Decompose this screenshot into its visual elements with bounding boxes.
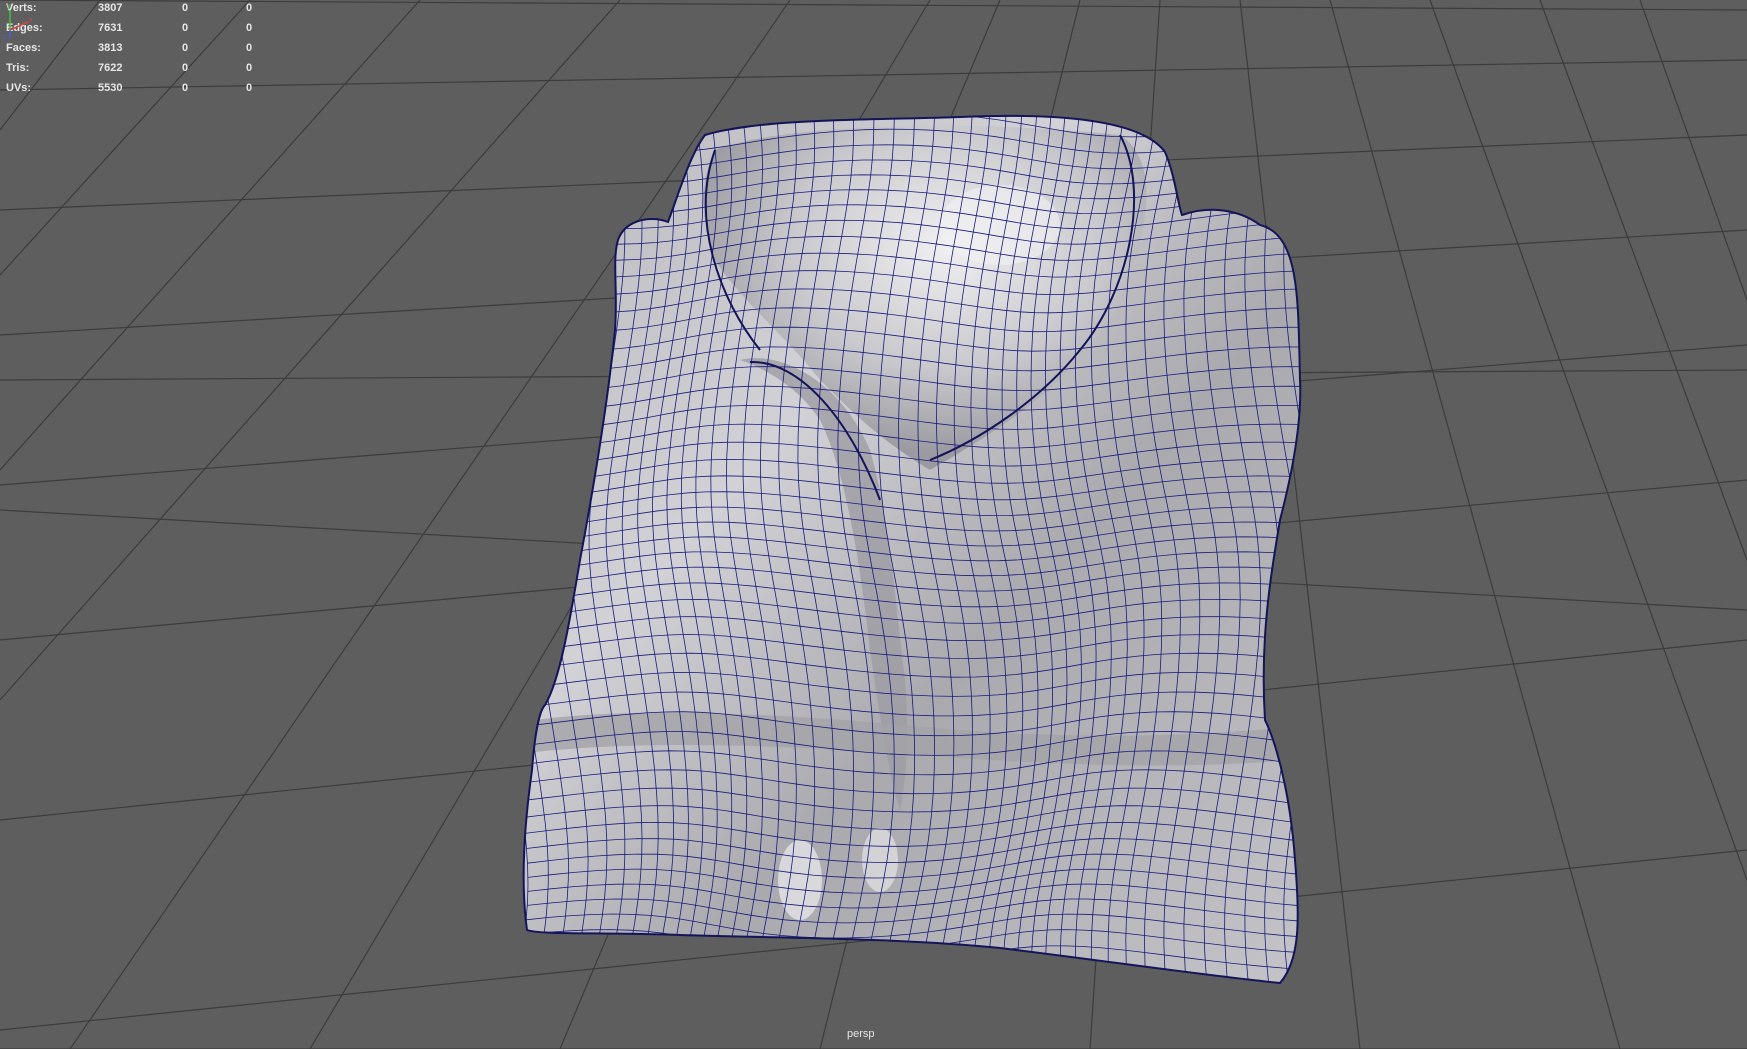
hud-selected: 0	[182, 2, 189, 14]
axis-x-label: x	[29, 17, 33, 24]
wire-line	[523, 979, 1301, 984]
hud-selected: 0	[182, 42, 189, 54]
axis-z-label: z	[3, 34, 7, 40]
hud-label: UVs:	[6, 82, 32, 94]
hud-total: 7631	[98, 22, 123, 34]
hud-total: 3807	[98, 2, 123, 14]
axis-y-label: y	[7, 3, 11, 10]
hud-total: 7622	[98, 62, 123, 74]
hud-extra: 0	[246, 22, 253, 34]
shirt-mesh[interactable]	[492, 96, 1338, 1004]
hud-extra: 0	[246, 42, 253, 54]
viewport-canvas[interactable]	[0, 0, 1747, 1049]
hud-label: Faces:	[6, 42, 41, 54]
hud-extra: 0	[246, 62, 253, 74]
hud-extra: 0	[246, 82, 253, 94]
hud-total: 5530	[98, 82, 123, 94]
hud-selected: 0	[182, 82, 189, 94]
camera-name-label: persp	[847, 1028, 875, 1040]
hud-selected: 0	[182, 62, 189, 74]
hud-total: 3813	[98, 42, 123, 54]
wire-line	[523, 115, 1301, 121]
hud-label: Tris:	[6, 62, 30, 74]
wire-line	[1302, 102, 1338, 1005]
3d-viewport[interactable]: Verts: 3807 0 0 Edges: 7631 0 0 Faces: 3…	[0, 0, 1747, 1049]
axis-x-line	[9, 21, 29, 31]
wire-line	[523, 115, 529, 984]
hud-selected: 0	[182, 22, 189, 34]
hud-extra: 0	[246, 2, 253, 14]
axis-gizmo-icon: y x z	[3, 3, 33, 40]
